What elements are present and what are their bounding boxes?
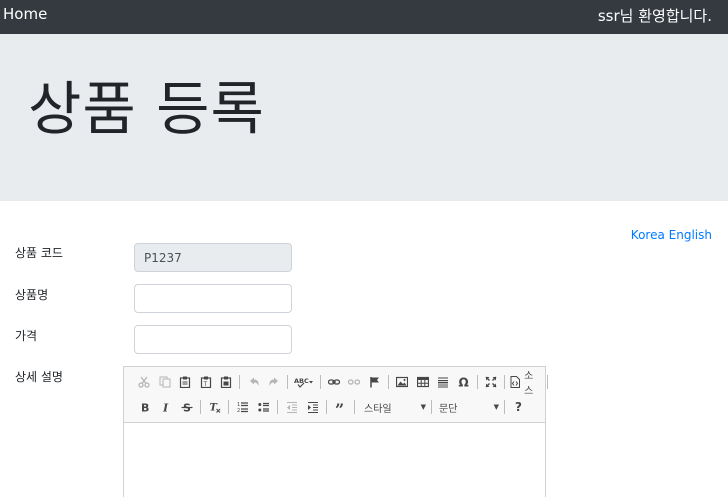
link-icon[interactable]	[324, 372, 344, 392]
bold-icon[interactable]: B	[134, 397, 155, 417]
page-title: 상품 등록	[28, 75, 265, 143]
paste-icon[interactable]	[175, 372, 195, 392]
outdent-icon[interactable]	[281, 397, 302, 417]
style-combo[interactable]: 스타일 ▼	[362, 397, 428, 417]
table-icon[interactable]	[413, 372, 433, 392]
toolbar-separator	[431, 400, 432, 414]
svg-text:T: T	[202, 381, 207, 388]
description-label: 상세 설명	[15, 370, 63, 384]
product-name-input[interactable]	[134, 284, 292, 313]
paragraph-combo-label: 문단	[439, 403, 458, 415]
toolbar-separator	[504, 400, 505, 414]
paste-text-icon[interactable]: T	[195, 372, 215, 392]
price-label: 가격	[15, 329, 38, 343]
toolbar-separator	[547, 375, 549, 389]
svg-text:ABC: ABC	[294, 377, 309, 385]
anchor-icon[interactable]	[365, 372, 385, 392]
svg-text:”: ”	[335, 401, 344, 413]
chevron-down-icon: ▼	[493, 403, 499, 411]
image-icon[interactable]	[392, 372, 412, 392]
toolbar-separator	[354, 400, 355, 414]
toolbar-separator	[287, 375, 289, 389]
spellcheck-icon[interactable]: ABC	[291, 372, 316, 392]
special-char-icon[interactable]: Ω	[454, 372, 474, 392]
paragraph-combo[interactable]: 문단 ▼	[437, 397, 501, 417]
toolbar-separator	[239, 375, 241, 389]
korean-language-link[interactable]: Korea	[631, 228, 665, 242]
unlink-icon[interactable]	[344, 372, 364, 392]
toolbar-separator	[228, 400, 229, 414]
cut-icon[interactable]	[134, 372, 154, 392]
strike-icon[interactable]: S	[176, 397, 197, 417]
redo-icon[interactable]	[264, 372, 284, 392]
style-combo-label: 스타일	[364, 403, 392, 415]
price-input[interactable]	[134, 325, 292, 354]
toolbar-separator	[326, 400, 327, 414]
product-code-input[interactable]	[134, 243, 292, 272]
paste-word-icon[interactable]	[216, 372, 236, 392]
toolbar-separator	[319, 375, 321, 389]
svg-text:2: 2	[237, 408, 240, 413]
bulleted-list-icon[interactable]	[253, 397, 274, 417]
editor-toolbar: T ABC Ω 소스 B I S T 1 2 ” 스타일 ▼ 문단 ▼ ?	[124, 367, 549, 423]
home-link[interactable]: Home	[3, 5, 47, 23]
undo-icon[interactable]	[243, 372, 263, 392]
italic-icon[interactable]: I	[155, 397, 176, 417]
horizontal-rule-icon[interactable]	[433, 372, 453, 392]
toolbar-separator	[388, 375, 390, 389]
numbered-list-icon[interactable]: 12	[232, 397, 253, 417]
svg-text:I: I	[162, 402, 169, 414]
copy-icon[interactable]	[154, 372, 174, 392]
toolbar-row-1: T ABC Ω 소스	[134, 371, 551, 397]
toolbar-separator	[277, 400, 278, 414]
toolbar-row-2: B I S T 12 ” 스타일 ▼ 문단 ▼ ?	[134, 397, 529, 417]
help-icon[interactable]: ?	[508, 397, 529, 417]
description-editor: T ABC Ω 소스 B I S T 1 2 ” 스타일 ▼ 문단 ▼ ?	[123, 366, 549, 497]
maximize-icon[interactable]	[481, 372, 501, 392]
blockquote-icon[interactable]: ”	[330, 397, 351, 417]
source-icon[interactable]	[508, 372, 522, 392]
toolbar-separator	[504, 375, 506, 389]
page-header: 상품 등록	[0, 34, 728, 201]
top-navbar: Home ssr님 환영합니다.	[0, 0, 728, 34]
editor-content-area[interactable]	[124, 424, 545, 497]
toolbar-separator	[477, 375, 478, 389]
remove-format-icon[interactable]: T	[204, 397, 225, 417]
source-button-label[interactable]: 소스	[522, 371, 544, 397]
svg-text:B: B	[141, 402, 149, 414]
chevron-down-icon: ▼	[420, 403, 426, 411]
product-code-label: 상품 코드	[15, 246, 63, 260]
language-switcher: Korea English	[631, 228, 712, 242]
toolbar-separator	[200, 400, 201, 414]
welcome-message: ssr님 환영합니다.	[597, 7, 712, 25]
english-language-link[interactable]: English	[669, 228, 712, 242]
svg-text:Ω: Ω	[458, 376, 468, 388]
indent-icon[interactable]	[302, 397, 323, 417]
product-name-label: 상품명	[15, 288, 49, 302]
